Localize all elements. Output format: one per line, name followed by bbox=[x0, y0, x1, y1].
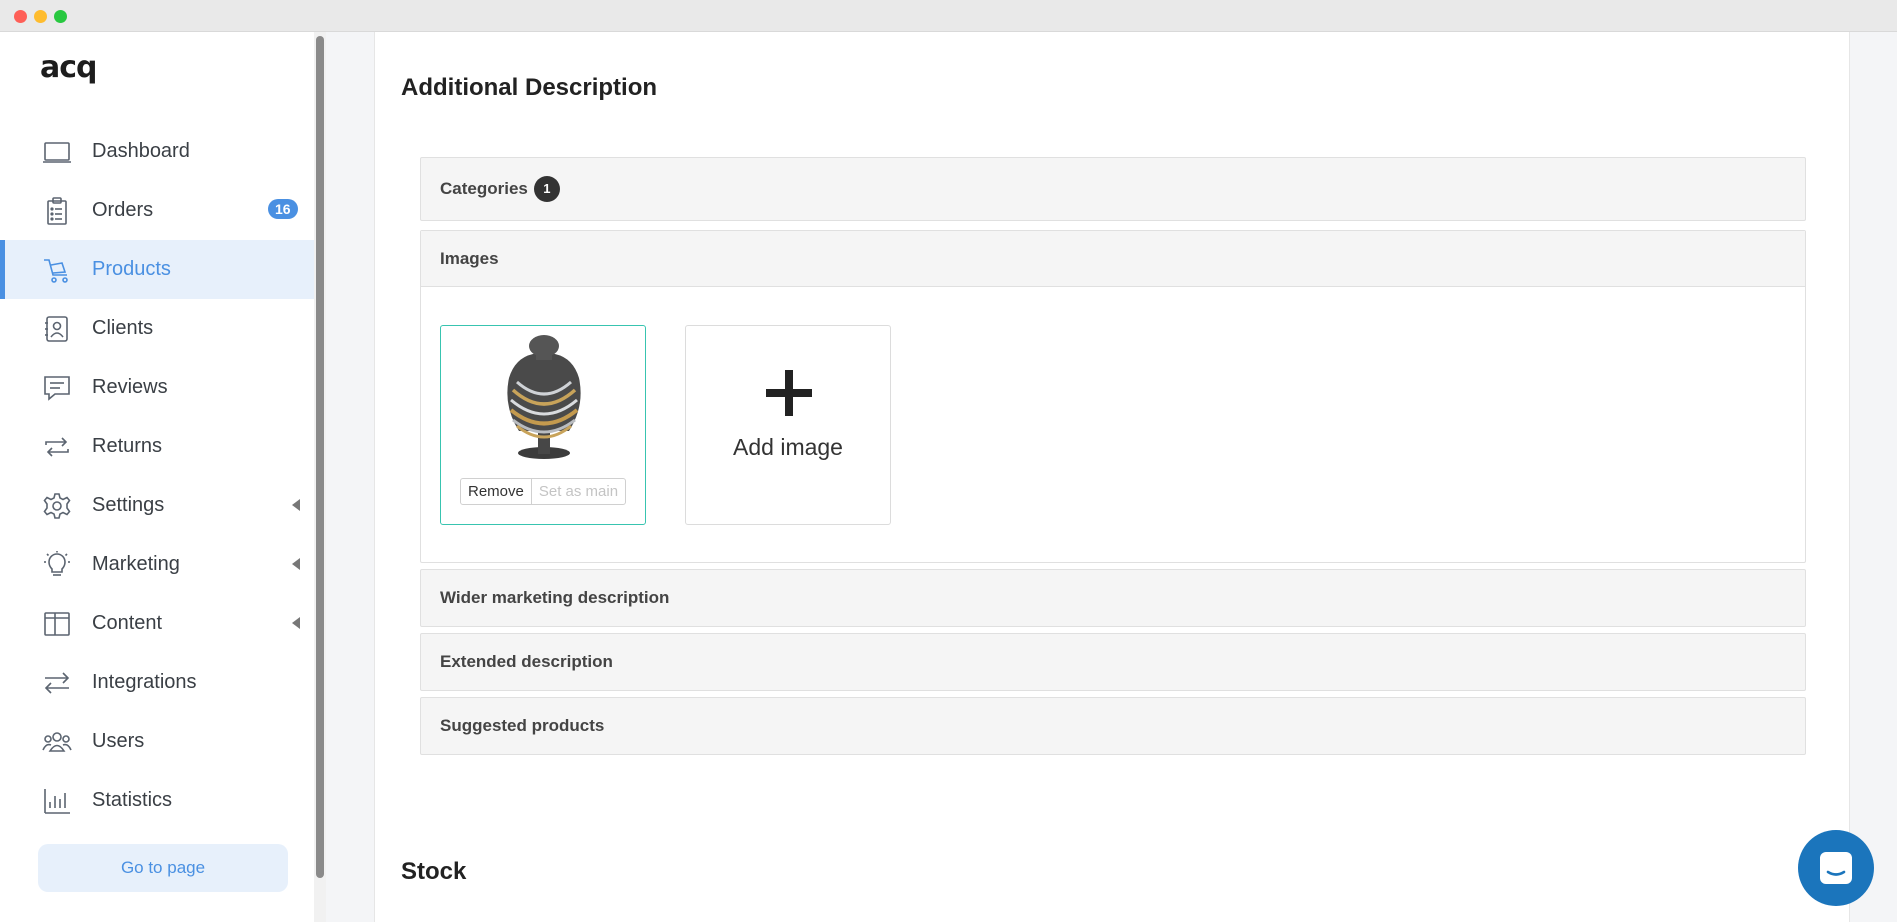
orders-count-badge: 16 bbox=[268, 199, 298, 219]
categories-panel[interactable]: Categories 1 bbox=[420, 157, 1806, 221]
categories-panel-header[interactable]: Categories 1 bbox=[421, 158, 1805, 220]
section-title-stock: Stock bbox=[401, 858, 467, 885]
sidebar-item-label: Statistics bbox=[92, 789, 173, 811]
chat-icon bbox=[1820, 852, 1852, 884]
users-icon bbox=[40, 725, 74, 759]
gear-icon bbox=[40, 489, 74, 523]
sidebar-item-label: Users bbox=[92, 730, 145, 752]
sidebar-scrollbar-thumb[interactable] bbox=[316, 36, 324, 878]
sidebar-item-users[interactable]: Users bbox=[0, 712, 314, 771]
sidebar-item-label: Products bbox=[92, 258, 171, 280]
sidebar-item-returns[interactable]: Returns bbox=[0, 417, 314, 476]
sidebar-item-orders[interactable]: Orders 16 bbox=[0, 181, 314, 240]
panel-header[interactable]: Extended description bbox=[421, 634, 1805, 690]
close-window-button[interactable] bbox=[14, 10, 27, 23]
sidebar-item-label: Content bbox=[92, 612, 163, 634]
layout-columns-icon bbox=[40, 607, 74, 641]
extended-description-panel[interactable]: Extended description bbox=[420, 633, 1806, 691]
clipboard-icon bbox=[40, 194, 74, 228]
main-content: Additional Description Categories 1 Imag… bbox=[374, 32, 1850, 922]
chat-bubble-icon bbox=[40, 371, 74, 405]
app-logo[interactable]: acq bbox=[40, 50, 98, 85]
product-image-thumbnail bbox=[507, 335, 581, 459]
swap-arrows-icon bbox=[40, 666, 74, 700]
contact-card-icon bbox=[40, 312, 74, 346]
panel-header[interactable]: Suggested products bbox=[421, 698, 1805, 754]
sidebar-item-products[interactable]: Products bbox=[0, 240, 314, 299]
images-panel: Images Remove Set as main Add image bbox=[420, 230, 1806, 563]
monitor-icon bbox=[40, 135, 74, 169]
cart-icon bbox=[40, 253, 74, 287]
images-label: Images bbox=[440, 248, 499, 268]
section-title-additional-description: Additional Description bbox=[401, 74, 658, 101]
plus-icon bbox=[766, 370, 812, 416]
categories-count-badge: 1 bbox=[533, 176, 560, 202]
sidebar-item-statistics[interactable]: Statistics bbox=[0, 771, 314, 830]
product-image-card[interactable]: Remove Set as main bbox=[440, 325, 646, 525]
sidebar-item-label: Dashboard bbox=[92, 140, 190, 162]
sidebar-item-settings[interactable]: Settings bbox=[0, 476, 314, 535]
sidebar-item-label: Reviews bbox=[92, 376, 168, 398]
sidebar-item-content[interactable]: Content bbox=[0, 594, 314, 653]
sidebar-item-label: Clients bbox=[92, 317, 154, 339]
chevron-left-icon[interactable] bbox=[292, 617, 300, 629]
sidebar-item-label: Marketing bbox=[92, 553, 180, 575]
sidebar-item-marketing[interactable]: Marketing bbox=[0, 535, 314, 594]
sidebar-item-label: Integrations bbox=[92, 671, 197, 693]
categories-label: Categories bbox=[440, 179, 528, 198]
add-image-label: Add image bbox=[733, 434, 843, 460]
images-panel-header[interactable]: Images bbox=[421, 231, 1805, 287]
sidebar-item-reviews[interactable]: Reviews bbox=[0, 358, 314, 417]
panel-header[interactable]: Wider marketing description bbox=[421, 570, 1805, 626]
chevron-left-icon[interactable] bbox=[292, 499, 300, 511]
sidebar-item-clients[interactable]: Clients bbox=[0, 299, 314, 358]
sidebar-item-label: Orders bbox=[92, 199, 154, 221]
add-image-button[interactable]: Add image bbox=[685, 325, 891, 525]
lightbulb-icon bbox=[40, 548, 74, 582]
bar-chart-icon bbox=[40, 784, 74, 818]
set-as-main-button: Set as main bbox=[538, 483, 619, 500]
window-titlebar bbox=[0, 0, 1897, 32]
image-actions: Remove Set as main bbox=[460, 478, 627, 505]
suggested-products-panel[interactable]: Suggested products bbox=[420, 697, 1806, 755]
go-to-page-button[interactable]: Go to page bbox=[38, 844, 288, 892]
sidebar-item-integrations[interactable]: Integrations bbox=[0, 653, 314, 712]
return-arrows-icon bbox=[40, 430, 74, 464]
sidebar-item-dashboard[interactable]: Dashboard bbox=[0, 122, 314, 181]
maximize-window-button[interactable] bbox=[54, 10, 67, 23]
sidebar-nav: Dashboard Orders 16 Products Clients Rev… bbox=[0, 122, 314, 830]
sidebar-item-label: Returns bbox=[92, 435, 163, 457]
sidebar: acq Dashboard Orders 16 Products Clients… bbox=[0, 32, 314, 922]
chevron-left-icon[interactable] bbox=[292, 558, 300, 570]
chat-launcher-button[interactable] bbox=[1798, 830, 1874, 906]
wider-marketing-description-panel[interactable]: Wider marketing description bbox=[420, 569, 1806, 627]
remove-image-button[interactable]: Remove bbox=[461, 479, 532, 504]
sidebar-item-label: Settings bbox=[92, 494, 165, 516]
minimize-window-button[interactable] bbox=[34, 10, 47, 23]
